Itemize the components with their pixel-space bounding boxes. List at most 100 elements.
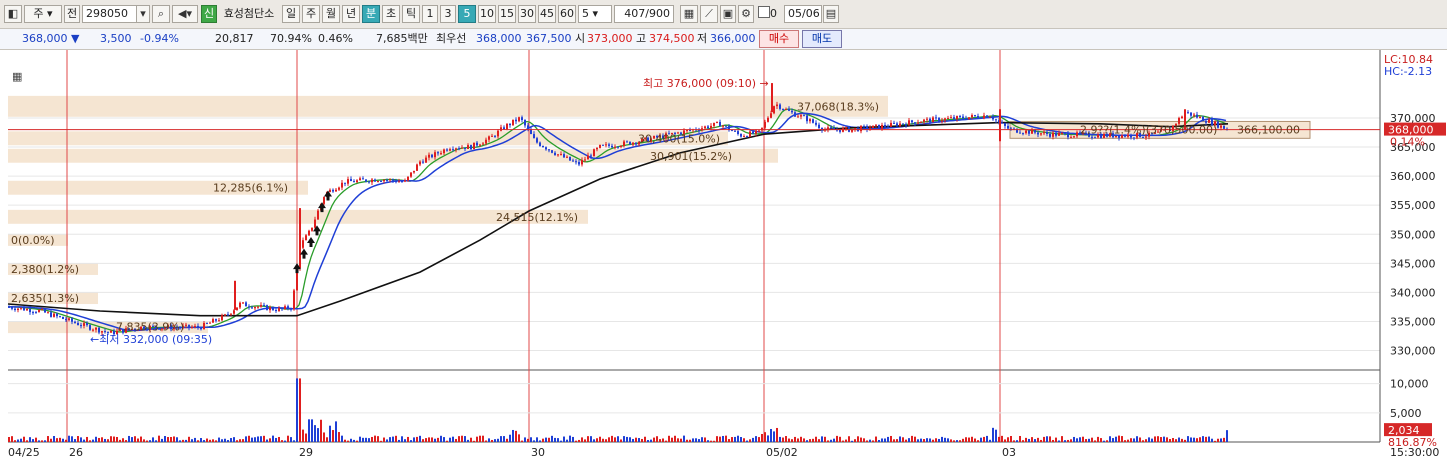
period-tick[interactable]: 틱 <box>402 5 420 23</box>
high-marker: 최고 376,000 (09:10) → <box>643 77 769 90</box>
volume-bar <box>1154 436 1156 442</box>
volume-bar <box>626 436 628 442</box>
draw-line-icon[interactable]: ⟋ <box>700 5 718 23</box>
volume-bar <box>503 436 505 442</box>
count-select[interactable]: 5 ▾ <box>578 5 612 23</box>
volume-bar <box>698 439 700 442</box>
settings-icon[interactable]: ⚙ <box>738 5 754 23</box>
candle-body <box>251 307 253 309</box>
volume-bar <box>899 436 901 442</box>
candle-body <box>713 122 715 126</box>
price-chart[interactable]: 10,0005,0002,034816.87% 37,068(18.3%)30,… <box>0 50 1447 459</box>
candle-body <box>806 115 808 122</box>
type-select[interactable]: 주 ▾ <box>24 5 62 23</box>
type-select-label: 주 <box>33 7 44 20</box>
candle-body <box>974 115 976 117</box>
volume-bar <box>95 436 97 442</box>
volume-bar <box>263 435 265 442</box>
calendar-icon[interactable]: ▤ <box>823 5 839 23</box>
low-label: 저 <box>697 32 708 45</box>
checkbox-icon[interactable] <box>758 6 770 18</box>
high-label: 고 <box>636 32 647 45</box>
volume-bar <box>1034 439 1036 442</box>
volume-bar <box>47 436 49 442</box>
candle-body <box>236 307 238 311</box>
minute-10[interactable]: 10 <box>478 5 496 23</box>
speaker-icon[interactable]: ◀▾ <box>172 5 198 23</box>
volume-bar <box>332 430 334 442</box>
volume-bar <box>746 440 748 442</box>
layout-icon[interactable]: ◧ <box>4 5 22 23</box>
volume-bar <box>1169 439 1171 442</box>
candle-body <box>686 129 688 131</box>
grid-icon[interactable]: ▦ <box>680 5 698 23</box>
volume-bar <box>497 438 499 442</box>
minute-60[interactable]: 60 <box>558 5 576 23</box>
minute-45[interactable]: 45 <box>538 5 556 23</box>
candle-body <box>569 156 571 161</box>
band-label: 30,901(15.2%) <box>650 150 732 163</box>
candle-body <box>935 117 937 119</box>
period-second[interactable]: 초 <box>382 5 400 23</box>
volume-bar <box>233 437 235 442</box>
volume-bar <box>20 438 22 442</box>
candle-body <box>392 179 394 181</box>
period-month[interactable]: 월 <box>322 5 340 23</box>
minute-3[interactable]: 3 <box>440 5 456 23</box>
minute-1[interactable]: 1 <box>422 5 438 23</box>
candle-body <box>440 153 442 155</box>
candle-body <box>944 118 946 121</box>
x-tick-label: 05/02 <box>766 446 798 459</box>
search-icon[interactable]: ⌕ <box>152 5 170 23</box>
volume-bar <box>89 440 91 442</box>
volume-bar <box>461 435 463 442</box>
bar-count-input[interactable]: 407/900 <box>614 5 674 23</box>
candle-body <box>1217 121 1219 128</box>
date-input[interactable]: 05/06 <box>784 5 822 23</box>
chevron-down-icon[interactable]: ▾ <box>136 5 150 23</box>
candle-body <box>632 142 634 145</box>
volume-bar <box>563 436 565 442</box>
candle-body <box>287 306 289 309</box>
minute-15[interactable]: 15 <box>498 5 516 23</box>
volume-bar <box>245 436 247 442</box>
candle-body <box>1022 133 1024 135</box>
volume-bar <box>992 427 994 442</box>
candle-body <box>446 149 448 151</box>
sell-button[interactable]: 매도 <box>802 30 842 48</box>
volume-bar <box>119 439 121 442</box>
minute-5[interactable]: 5 <box>458 5 476 23</box>
volume-bar <box>347 440 349 442</box>
candle-body <box>938 117 940 122</box>
volume-bar <box>719 436 721 442</box>
volume-bar <box>734 436 736 442</box>
candle-body <box>788 109 790 111</box>
x-tick-label: 03 <box>1002 446 1016 459</box>
volume-bar <box>224 438 226 442</box>
chart-toolbar: ◧ 주 ▾ 전 298050 ▾ ⌕ ◀▾ 신 효성첨단소 일 주 월 년 분 … <box>0 0 1447 29</box>
all-button[interactable]: 전 <box>64 5 80 23</box>
volume-bar <box>590 436 592 442</box>
volume-bar <box>275 437 277 442</box>
checkbox-wrap[interactable]: 0 <box>757 5 785 23</box>
volume-bar <box>398 439 400 442</box>
minute-30[interactable]: 30 <box>518 5 536 23</box>
volume-bar <box>1058 440 1060 442</box>
period-day[interactable]: 일 <box>282 5 300 23</box>
period-minute[interactable]: 분 <box>362 5 380 23</box>
volume-bar <box>770 428 772 442</box>
candle-body <box>494 135 496 137</box>
volume-bar <box>1148 437 1150 442</box>
candle-body <box>230 313 232 315</box>
volume-bar <box>1187 436 1189 442</box>
period-week[interactable]: 주 <box>302 5 320 23</box>
chart-table-icon[interactable]: ▦ <box>12 70 22 83</box>
candle-body <box>965 118 967 120</box>
candle-body <box>872 125 874 129</box>
save-icon[interactable]: ▣ <box>720 5 736 23</box>
buy-button[interactable]: 매수 <box>759 30 799 48</box>
period-year[interactable]: 년 <box>342 5 360 23</box>
volume-bar <box>464 436 466 442</box>
candle-body <box>977 116 979 118</box>
volume-bar <box>656 436 658 442</box>
